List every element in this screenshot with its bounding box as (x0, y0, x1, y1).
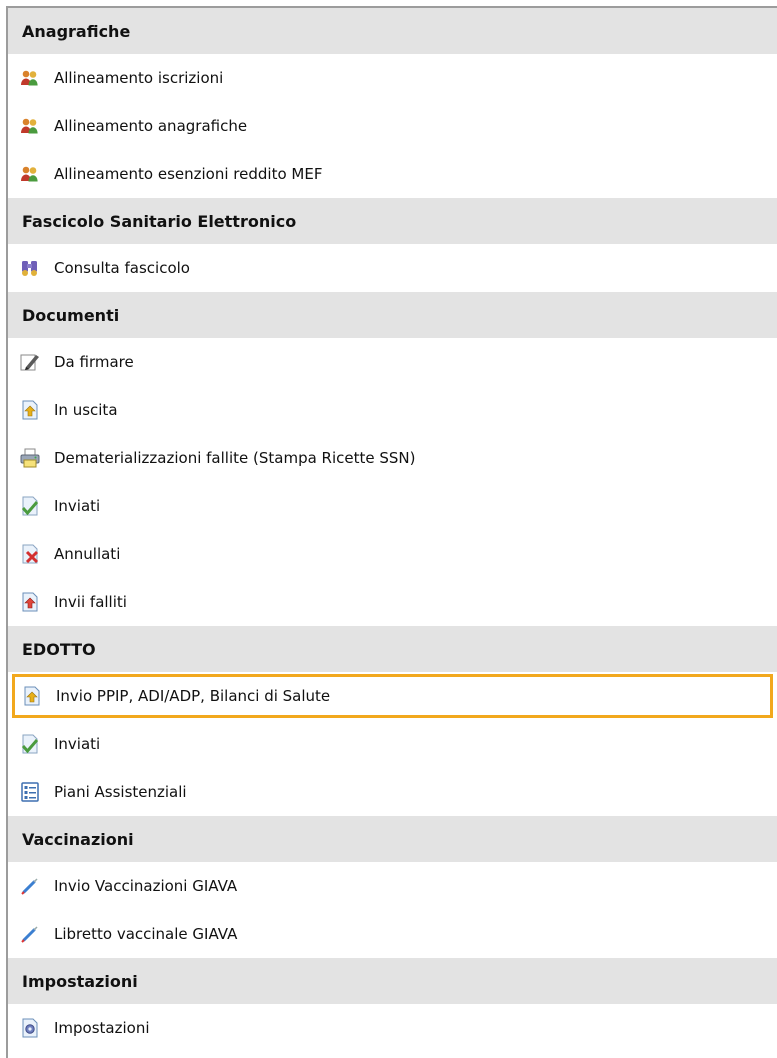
menu-item-label: Allineamento iscrizioni (54, 69, 224, 87)
users-icon (20, 164, 40, 184)
menu-item-label: Impostazioni (54, 1019, 150, 1037)
menu-item-consulta-fascicolo[interactable]: Consulta fascicolo (8, 244, 777, 292)
menu-item-impostazioni[interactable]: Impostazioni (8, 1004, 777, 1052)
users-icon (20, 116, 40, 136)
users-icon (20, 68, 40, 88)
section-header-fascicolo: Fascicolo Sanitario Elettronico (8, 198, 777, 244)
menu-item-allineamento-anagrafiche[interactable]: Allineamento anagrafiche (8, 102, 777, 150)
menu-item-label: Invii falliti (54, 593, 127, 611)
menu-item-annullati[interactable]: Annullati (8, 530, 777, 578)
menu-item-libretto-vaccinale[interactable]: Libretto vaccinale GIAVA (8, 910, 777, 958)
menu-item-inviati[interactable]: Inviati (8, 482, 777, 530)
pen-icon (20, 352, 40, 372)
menu-item-label: Invio PPIP, ADI/ADP, Bilanci di Salute (56, 687, 331, 705)
doc-cancel-icon (20, 544, 40, 564)
menu-item-label: Annullati (54, 545, 121, 563)
section-header-anagrafiche: Anagrafiche (8, 8, 777, 54)
menu-item-label: In uscita (54, 401, 118, 419)
section-title: Fascicolo Sanitario Elettronico (22, 211, 297, 231)
section-title: Vaccinazioni (22, 829, 134, 849)
menu-item-label: Dematerializzazioni fallite (Stampa Rice… (54, 449, 416, 467)
section-title: Documenti (22, 305, 120, 325)
menu-item-dematerializzazioni-fallite[interactable]: Dematerializzazioni fallite (Stampa Rice… (8, 434, 777, 482)
doc-check-icon (20, 496, 40, 516)
section-header-edotto: EDOTTO (8, 626, 777, 672)
list-icon (20, 782, 40, 802)
navigation-menu: Anagrafiche Allineamento iscrizioni Alli… (6, 6, 777, 1058)
menu-item-invii-falliti[interactable]: Invii falliti (8, 578, 777, 626)
menu-item-invio-ppip[interactable]: Invio PPIP, ADI/ADP, Bilanci di Salute (10, 672, 775, 720)
menu-item-label: Inviati (54, 497, 101, 515)
section-title: Anagrafiche (22, 21, 131, 41)
menu-item-edotto-inviati[interactable]: Inviati (8, 720, 777, 768)
doc-failed-icon (20, 592, 40, 612)
menu-item-label: Inviati (54, 735, 101, 753)
menu-item-label: Piani Assistenziali (54, 783, 187, 801)
section-header-vaccinazioni: Vaccinazioni (8, 816, 777, 862)
menu-item-da-firmare[interactable]: Da firmare (8, 338, 777, 386)
menu-item-piani-assistenziali[interactable]: Piani Assistenziali (8, 768, 777, 816)
menu-item-label: Consulta fascicolo (54, 259, 190, 277)
menu-item-label: Invio Vaccinazioni GIAVA (54, 877, 238, 895)
menu-item-label: Allineamento anagrafiche (54, 117, 248, 135)
section-header-impostazioni: Impostazioni (8, 958, 777, 1004)
menu-item-invio-vaccinazioni[interactable]: Invio Vaccinazioni GIAVA (8, 862, 777, 910)
binoculars-icon (20, 258, 40, 278)
menu-item-label: Da firmare (54, 353, 134, 371)
menu-item-label: Allineamento esenzioni reddito MEF (54, 165, 323, 183)
menu-item-in-uscita[interactable]: In uscita (8, 386, 777, 434)
section-title: Impostazioni (22, 971, 138, 991)
doc-check-icon (20, 734, 40, 754)
section-title: EDOTTO (22, 639, 96, 659)
printer-icon (20, 448, 40, 468)
settings-doc-icon (20, 1018, 40, 1038)
menu-item-allineamento-esenzioni[interactable]: Allineamento esenzioni reddito MEF (8, 150, 777, 198)
syringe-icon (20, 924, 40, 944)
doc-out-icon (22, 686, 42, 706)
syringe-icon (20, 876, 40, 896)
menu-item-allineamento-iscrizioni[interactable]: Allineamento iscrizioni (8, 54, 777, 102)
doc-out-icon (20, 400, 40, 420)
menu-item-label: Libretto vaccinale GIAVA (54, 925, 238, 943)
section-header-documenti: Documenti (8, 292, 777, 338)
